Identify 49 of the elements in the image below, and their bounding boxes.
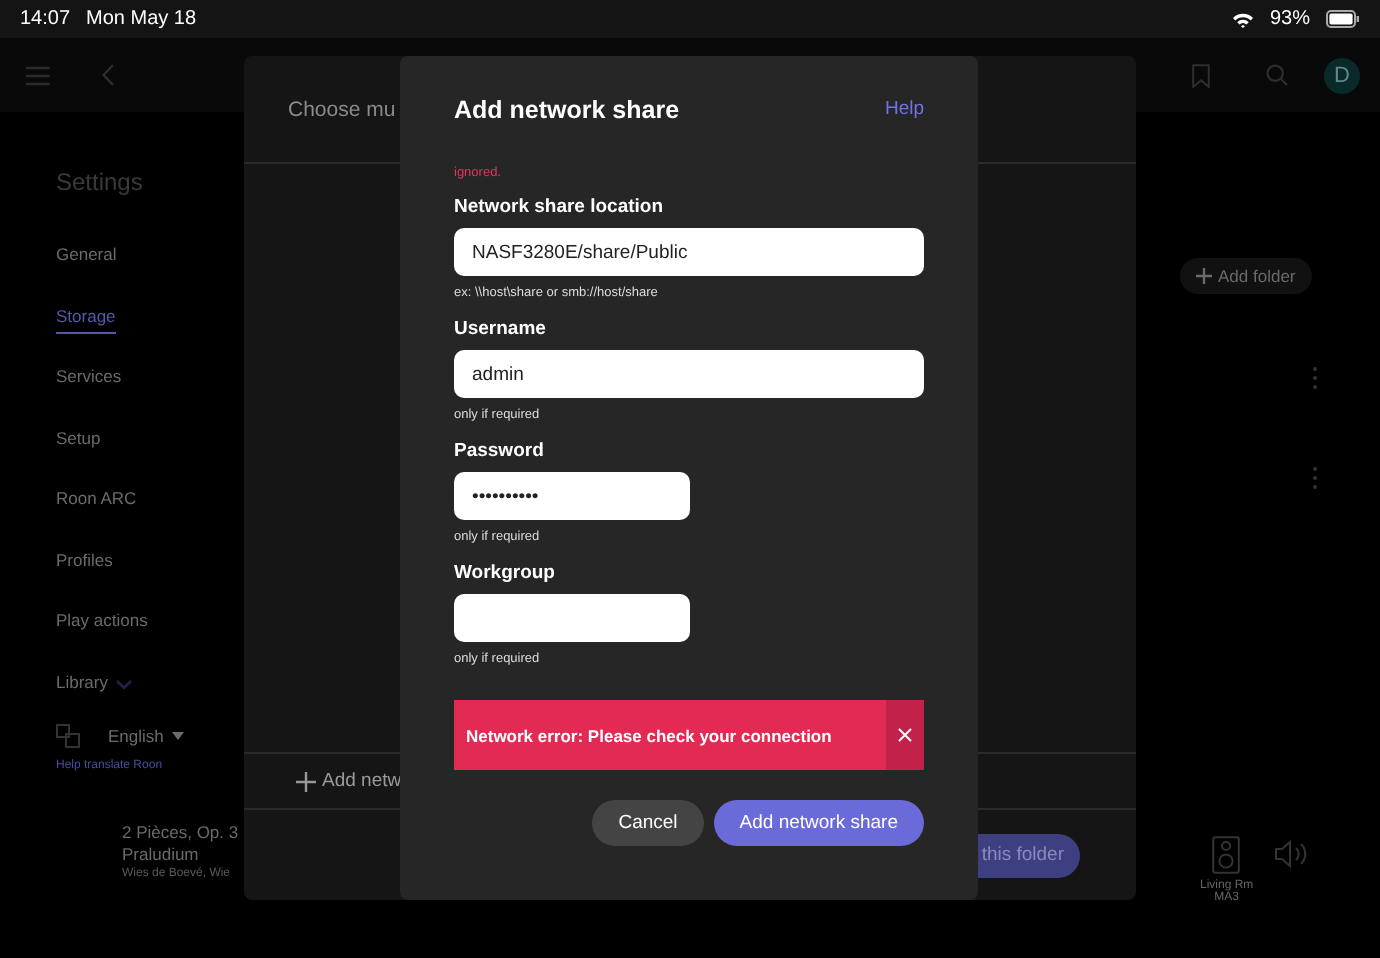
error-message: Network error: Please check your connection xyxy=(464,723,834,750)
sidebar-item[interactable]: Setup xyxy=(56,427,101,447)
sidebar-item[interactable]: Play actions xyxy=(56,610,148,630)
sidebar-item[interactable]: Library xyxy=(56,671,108,691)
sidebar-item[interactable]: General xyxy=(56,244,117,264)
bookmark-icon[interactable] xyxy=(1192,63,1210,87)
language-select[interactable]: English xyxy=(108,726,164,746)
more-options-icon[interactable] xyxy=(1312,366,1318,390)
more-options-icon[interactable] xyxy=(1312,466,1318,490)
sidebar-item[interactable]: Roon ARC xyxy=(56,488,137,508)
chevron-down-icon[interactable] xyxy=(115,679,132,689)
field-label: Workgroup xyxy=(454,562,557,584)
back-icon[interactable] xyxy=(102,64,114,86)
dialog-title: Add network share xyxy=(454,95,680,123)
translate-icon xyxy=(56,724,80,748)
search-icon[interactable] xyxy=(1266,64,1288,86)
track-title: 2 Pièces, Op. 3 xyxy=(122,822,239,844)
cancel-button[interactable]: Cancel xyxy=(592,800,704,846)
caret-down-icon[interactable] xyxy=(171,732,184,740)
sidebar-item[interactable]: Profiles xyxy=(56,549,113,569)
speaker-icon[interactable] xyxy=(1212,836,1241,874)
plus-icon[interactable] xyxy=(296,771,316,791)
add-folder-button[interactable]: Add folder xyxy=(1180,258,1312,294)
help-link[interactable]: Help xyxy=(884,98,924,120)
user-avatar[interactable]: D xyxy=(1324,57,1360,93)
input-field[interactable]: NASF3280E/share/Public xyxy=(454,228,924,276)
dialog-title: Choose mu xyxy=(288,97,396,121)
add-network-share-link[interactable]: Add netw xyxy=(322,770,402,792)
plus-icon xyxy=(1196,268,1212,284)
field-label: Username xyxy=(454,318,548,340)
close-icon xyxy=(898,728,912,742)
status-time: 14:07 xyxy=(20,8,71,30)
field-label: Network share location xyxy=(454,196,666,218)
sidebar-item[interactable]: Services xyxy=(56,366,122,386)
menu-icon[interactable] xyxy=(26,65,50,85)
sidebar-item[interactable]: Storage xyxy=(56,305,116,333)
battery-icon xyxy=(1326,10,1360,28)
input-field[interactable]: •••••••••• xyxy=(454,472,690,520)
status-date: Mon May 18 xyxy=(86,8,197,30)
sidebar-title: Settings xyxy=(56,168,145,196)
input-field[interactable]: admin xyxy=(454,350,924,398)
input-field[interactable] xyxy=(454,594,690,642)
track-subtitle: Praludium xyxy=(122,844,199,866)
battery-percent: 93% xyxy=(1269,8,1310,30)
close-button[interactable] xyxy=(886,700,924,770)
field-label: Password xyxy=(454,440,546,462)
add-network-share-button[interactable]: Add network share xyxy=(713,800,924,846)
wifi-icon xyxy=(1231,11,1254,27)
volume-icon[interactable] xyxy=(1273,840,1310,868)
